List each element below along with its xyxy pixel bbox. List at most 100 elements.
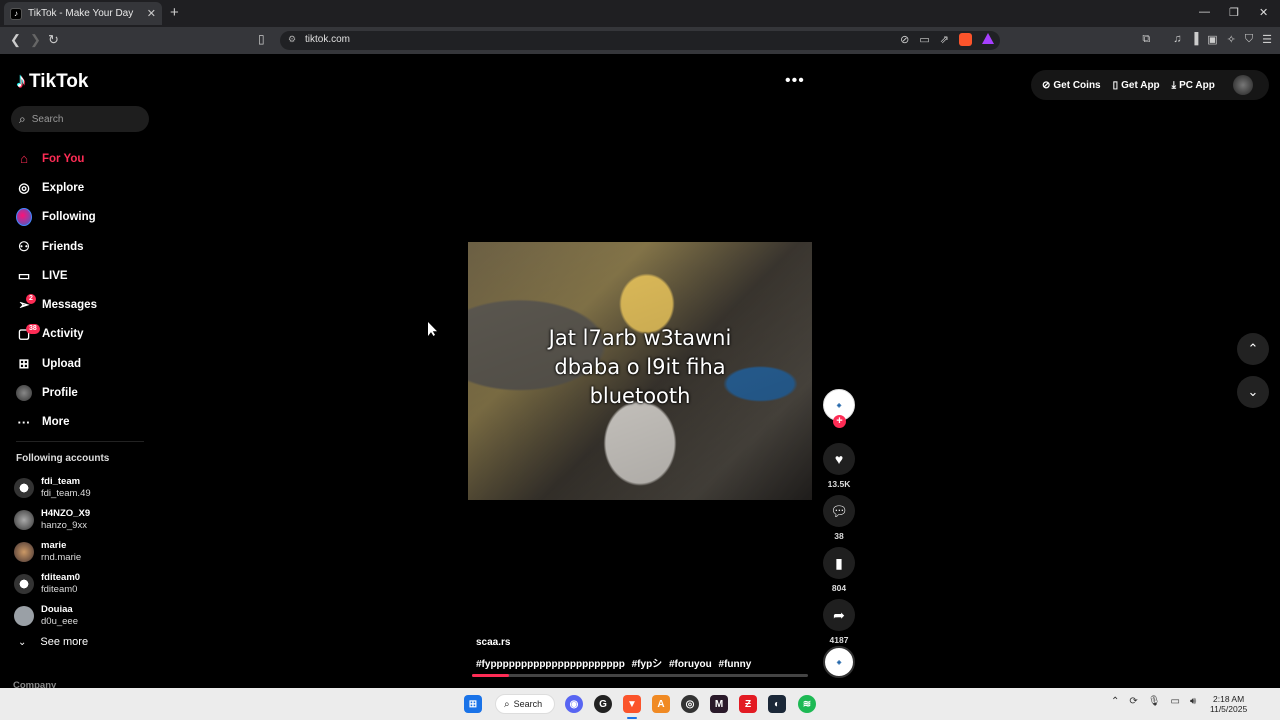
account-item[interactable]: fditeam0 fditeam0 [14, 568, 91, 600]
spotify-icon[interactable]: ≋ [798, 695, 816, 713]
account-avatar [14, 478, 34, 498]
nav-label: Friends [42, 240, 84, 253]
new-tab-button[interactable]: + [170, 4, 179, 21]
tray-chevron-icon[interactable]: ⌃ [1111, 696, 1119, 707]
clock-date: 11/5/2025 [1210, 704, 1248, 714]
sidebar-icon[interactable]: ▐ [1190, 33, 1198, 46]
bookmark-icon[interactable]: ▯ [258, 32, 265, 46]
app-red-icon[interactable]: Ƶ [739, 695, 757, 713]
site-info-icon[interactable]: ⚙ [288, 34, 296, 45]
user-avatar[interactable] [1233, 75, 1253, 95]
hashtag[interactable]: #funny [719, 659, 752, 670]
tiktok-logo[interactable]: ♪ TikTok [16, 70, 88, 93]
nav-more[interactable]: ··· More [16, 408, 97, 437]
hashtag[interactable]: #foruyou [669, 659, 712, 670]
activity-badge: 38 [26, 323, 40, 334]
restore-button[interactable]: ❐ [1229, 6, 1239, 19]
app-g-icon[interactable]: G [594, 695, 612, 713]
more-options-icon[interactable]: ••• [785, 72, 805, 90]
nav-upload[interactable]: ⊞ Upload [16, 349, 97, 378]
hashtag[interactable]: #fypppppppppppppppppppppp [476, 659, 625, 670]
account-item[interactable]: Douiaa d0u_eee [14, 600, 91, 632]
address-bar[interactable]: ⚙ tiktok.com [280, 31, 1000, 50]
account-name: marie [41, 540, 67, 551]
address-bar-icons: ⊘ ▭ ⇗ [900, 33, 994, 46]
nav-live[interactable]: ▭ LIVE [16, 261, 97, 290]
menu-icon[interactable]: ☰ [1262, 33, 1272, 46]
account-item[interactable]: fdi_team fdi_team.49 [14, 472, 91, 504]
pc-app-button[interactable]: ⤓ PC App [1172, 80, 1215, 91]
caption-line: dbaba o l9it fiha [554, 355, 726, 379]
nav-label: For You [42, 152, 85, 165]
volume-icon[interactable]: 🔊︎ [1190, 696, 1196, 707]
like-button[interactable]: ♥ [823, 443, 855, 475]
back-button[interactable]: ❮ [10, 32, 21, 48]
nav-explore[interactable]: ◎ Explore [16, 173, 97, 202]
video-progress-bar[interactable] [472, 674, 808, 677]
app-a-icon[interactable]: A [652, 695, 670, 713]
steam-icon[interactable]: ◐ [768, 695, 786, 713]
nav-activity[interactable]: ▢ 38 Activity [16, 320, 97, 349]
close-window-button[interactable]: ✕ [1259, 6, 1268, 19]
save-button[interactable]: ▮ [823, 547, 855, 579]
next-video-button[interactable]: ⌄ [1237, 376, 1269, 408]
browser-right-icons: ⧉ ♫ ▐ ▣ ✧ ⛉ ☰ [1142, 33, 1272, 46]
cast-icon[interactable]: ▭ [919, 33, 929, 46]
share-button[interactable]: ➦ [823, 599, 855, 631]
music-icon[interactable]: ♫ [1173, 33, 1181, 46]
sound-logo-icon: ◈ [836, 659, 842, 666]
video-author[interactable]: scaa.rs [476, 637, 510, 648]
account-item[interactable]: H4NZO_X9 hanzo_9xx [14, 504, 91, 536]
get-app-button[interactable]: ▯ Get App [1113, 80, 1160, 91]
mic-icon[interactable]: 🎙︎ [1148, 696, 1161, 707]
previous-video-button[interactable]: ⌃ [1237, 333, 1269, 365]
url-text: tiktok.com [305, 34, 351, 45]
see-more-button[interactable]: ⌄ See more [18, 636, 88, 648]
wallet-icon[interactable]: ▣ [1207, 33, 1217, 46]
taskbar-search[interactable]: ⌕ Search [495, 694, 555, 714]
nav-following[interactable]: Following [16, 203, 97, 232]
tab-title: TikTok - Make Your Day [28, 8, 134, 19]
logo-text: TikTok [29, 70, 89, 92]
forward-button[interactable]: ❯ [30, 32, 41, 48]
hashtag[interactable]: #fypシ [632, 659, 663, 670]
get-coins-button[interactable]: ⊘ Get Coins [1042, 80, 1101, 91]
comment-button[interactable]: 💬︎ [823, 495, 855, 527]
nav-profile[interactable]: Profile [16, 378, 97, 407]
video-hashtags: #fypppppppppppppppppppppp #fypシ #foruyou… [476, 655, 755, 670]
taskbar-clock[interactable]: 2:18 AM 11/5/2025 [1210, 694, 1247, 714]
discord-icon[interactable]: ◉ [565, 695, 583, 713]
app-dev-icon[interactable]: ◎ [681, 695, 699, 713]
clock-time: 2:18 AM [1213, 694, 1245, 704]
browser-tab[interactable]: ♪ TikTok - Make Your Day ✕ [4, 2, 162, 25]
nav-friends[interactable]: ⚇ Friends [16, 232, 97, 261]
follow-plus-icon[interactable]: + [833, 415, 846, 428]
media-icon[interactable]: ⊘ [900, 33, 909, 46]
chevron-down-icon: ⌄ [18, 636, 27, 648]
creator-avatar[interactable]: ◈ + [823, 389, 855, 428]
sync-icon[interactable]: ⟳ [1129, 696, 1137, 707]
close-tab-icon[interactable]: ✕ [147, 7, 156, 20]
leo-ai-icon[interactable]: ✧ [1227, 33, 1236, 46]
brave-rewards-icon[interactable] [982, 33, 994, 44]
brave-browser-icon[interactable]: ▼ [623, 695, 641, 713]
vpn-icon[interactable]: ⛉ [1245, 33, 1253, 46]
see-more-label: See more [40, 636, 89, 648]
search-input[interactable] [31, 113, 132, 125]
pc-app-label: PC App [1179, 79, 1215, 91]
video-player[interactable]: Jat l7arb w3tawni dbaba o l9it fiha blue… [468, 242, 812, 500]
nav-for-you[interactable]: ⌂ For You [16, 144, 97, 173]
share-icon[interactable]: ⇗ [940, 33, 949, 46]
brave-shields-icon[interactable] [959, 33, 972, 46]
reload-button[interactable]: ↻ [48, 32, 59, 48]
network-icon[interactable]: ▭ [1170, 696, 1179, 707]
windows-start-icon[interactable]: ⊞ [464, 695, 482, 713]
search-box[interactable]: ⌕ [11, 106, 149, 132]
nav-messages[interactable]: ➢ 2 Messages [16, 290, 97, 319]
minimize-button[interactable]: — [1199, 6, 1210, 18]
app-m-icon[interactable]: M [710, 695, 728, 713]
tab-search-icon[interactable]: ⧉ [1142, 33, 1150, 46]
get-coins-label: Get Coins [1053, 79, 1101, 91]
sound-disc[interactable]: ◈ [823, 646, 855, 678]
account-item[interactable]: marie rnd.marie [14, 536, 91, 568]
